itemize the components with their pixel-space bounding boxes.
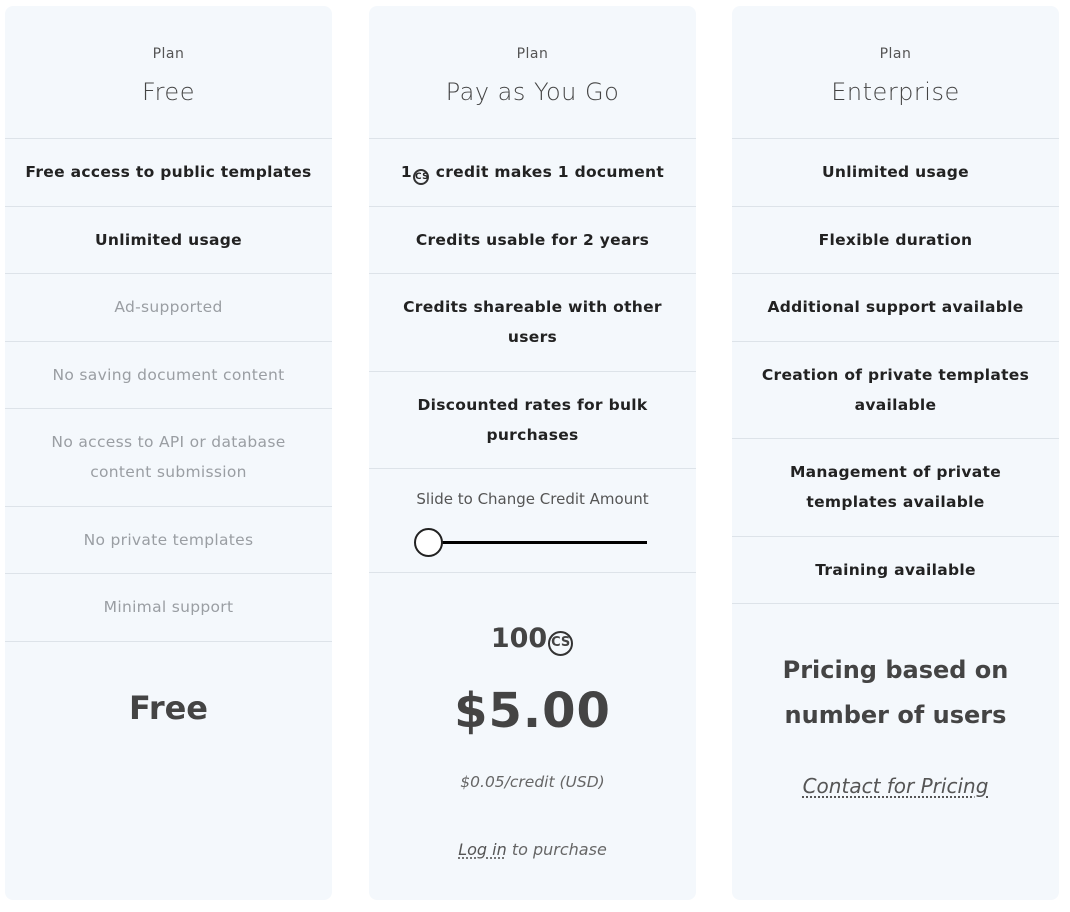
feature-row: Management of private templates availabl… bbox=[732, 439, 1059, 537]
credit-coin-icon: CS bbox=[413, 169, 430, 186]
feature-row: 1 CS credit makes 1 document bbox=[369, 139, 696, 207]
credit-amount: 100 CS bbox=[369, 623, 696, 656]
plan-label: Plan bbox=[879, 46, 912, 62]
feature-row: Ad-supported bbox=[5, 274, 332, 342]
login-link[interactable]: Log in bbox=[458, 840, 507, 859]
feature-text: 1 bbox=[400, 163, 413, 182]
credit-slider-section: Slide to Change Credit Amount bbox=[369, 469, 696, 573]
plan-name: Pay as You Go bbox=[445, 78, 620, 106]
plan-price: $5.00 bbox=[454, 683, 611, 739]
slider-label: Slide to Change Credit Amount bbox=[416, 490, 649, 508]
plan-price: Pricing based on number of users bbox=[782, 656, 1009, 729]
feature-row: Training available bbox=[732, 537, 1059, 604]
slider-thumb[interactable] bbox=[414, 528, 443, 557]
plan-name: Free bbox=[142, 78, 195, 106]
feature-row: No access to API or database content sub… bbox=[5, 409, 332, 507]
plan-card-enterprise: Plan Enterprise Unlimited usage Flexible… bbox=[732, 6, 1059, 900]
plan-header: Plan Free bbox=[5, 6, 332, 139]
price-per-credit: $0.05/credit (USD) bbox=[460, 773, 605, 791]
feature-row: Unlimited usage bbox=[732, 139, 1059, 207]
plan-card-pay-as-you-go: Plan Pay as You Go 1 CS credit makes 1 do… bbox=[369, 6, 696, 900]
feature-row: Additional support available bbox=[732, 274, 1059, 342]
feature-row: Credits shareable with other users bbox=[369, 274, 696, 372]
feature-row: Unlimited usage bbox=[5, 207, 332, 274]
feature-row: Creation of private templates available bbox=[732, 342, 1059, 439]
feature-row: Free access to public templates bbox=[5, 139, 332, 207]
purchase-suffix: to purchase bbox=[506, 840, 607, 859]
plan-label: Plan bbox=[516, 46, 549, 62]
feature-row: No private templates bbox=[5, 507, 332, 574]
plan-header: Plan Enterprise bbox=[732, 6, 1059, 139]
credit-coin-icon: CS bbox=[548, 631, 574, 656]
purchase-note: Log in to purchase bbox=[369, 840, 696, 859]
feature-row: Discounted rates for bulk purchases bbox=[369, 372, 696, 469]
plan-price: Free bbox=[129, 689, 208, 727]
feature-row: Credits usable for 2 years bbox=[369, 207, 696, 274]
feature-text: credit makes 1 document bbox=[430, 163, 665, 182]
feature-row: No saving document content bbox=[5, 342, 332, 409]
slider-track[interactable] bbox=[429, 541, 647, 544]
contact-for-pricing-link[interactable]: Contact for Pricing bbox=[803, 774, 989, 798]
plan-name: Enterprise bbox=[831, 78, 960, 106]
contact-link-wrap: Contact for Pricing bbox=[732, 774, 1059, 798]
plan-card-free: Plan Free Free access to public template… bbox=[5, 6, 332, 900]
plan-header: Plan Pay as You Go bbox=[369, 6, 696, 139]
plan-label: Plan bbox=[152, 46, 185, 62]
feature-row: Minimal support bbox=[5, 574, 332, 642]
credit-count: 100 bbox=[490, 623, 548, 654]
feature-row: Flexible duration bbox=[732, 207, 1059, 274]
